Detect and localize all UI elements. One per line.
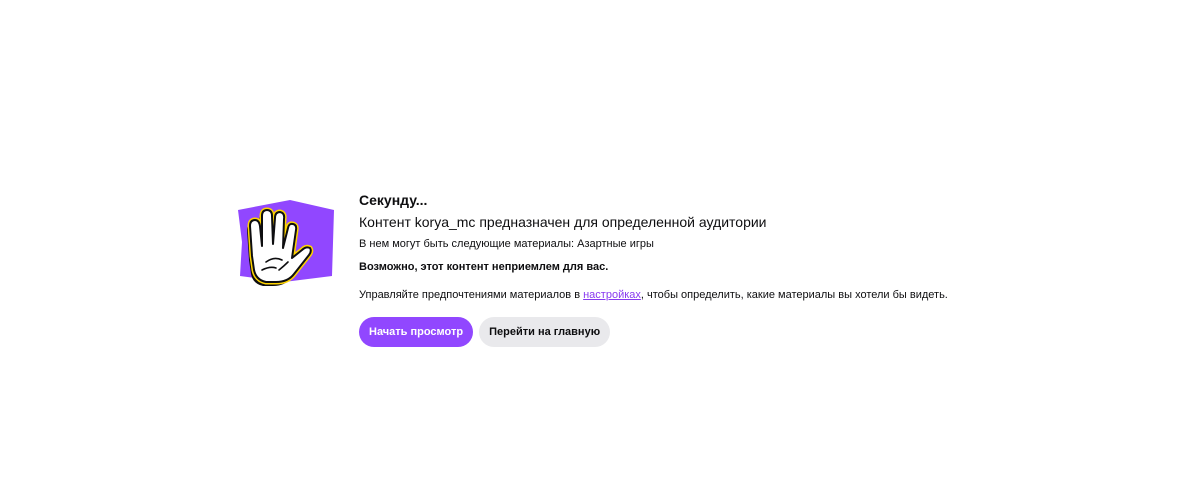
content-gate: Секунду... Контент korya_mc предназначен… xyxy=(232,188,948,347)
start-watching-button[interactable]: Начать просмотр xyxy=(359,317,474,347)
manage-suffix: , чтобы определить, какие материалы вы х… xyxy=(640,289,948,301)
subtitle-prefix: Контент xyxy=(359,214,415,230)
gate-actions: Начать просмотр Перейти на главную xyxy=(359,317,948,347)
gate-subtitle: Контент korya_mc предназначен для опреде… xyxy=(359,212,948,232)
manage-preferences-text: Управляйте предпочтениями материалов в н… xyxy=(359,288,948,302)
go-home-button[interactable]: Перейти на главную xyxy=(479,317,611,347)
materials-text: В нем могут быть следующие материалы: Аз… xyxy=(359,238,654,250)
channel-name: korya_mc xyxy=(414,214,476,230)
manage-prefix: Управляйте предпочтениями материалов в xyxy=(359,289,584,301)
raised-hand-icon xyxy=(232,196,336,308)
settings-link[interactable]: настройках xyxy=(583,289,641,301)
subtitle-suffix: предназначен для определенной аудитории xyxy=(475,214,767,230)
gate-content: Секунду... Контент korya_mc предназначен… xyxy=(359,188,948,347)
warning-text: Возможно, этот контент неприемлем для ва… xyxy=(359,261,609,273)
gate-title: Секунду... xyxy=(359,192,428,208)
